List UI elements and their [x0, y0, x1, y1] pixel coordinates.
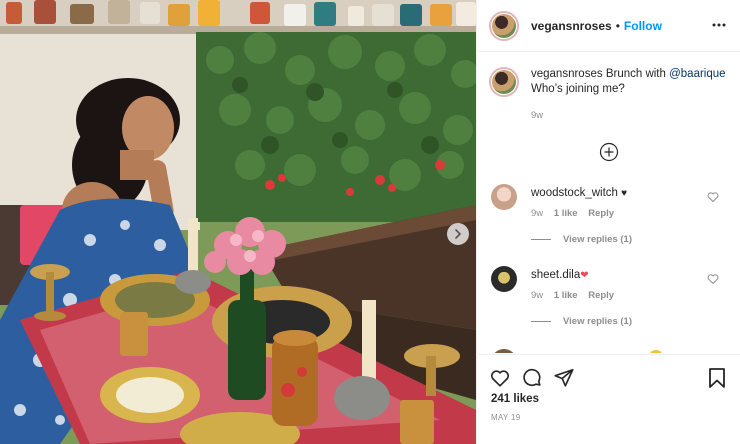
emoji-partial — [649, 350, 663, 353]
comments-list[interactable]: vegansnroses Brunch with @baarique Who’s… — [477, 53, 740, 353]
commenter-avatar[interactable] — [491, 184, 517, 210]
heart-icon[interactable] — [707, 191, 719, 203]
commenter-avatar[interactable] — [491, 349, 517, 353]
comment-time: 9w — [531, 208, 544, 219]
commenter-avatar[interactable] — [491, 266, 517, 292]
post-header: vegansnroses • Follow — [477, 0, 740, 52]
caption-mention[interactable]: @baarique — [669, 68, 725, 80]
comment-bubble-icon[interactable] — [521, 367, 543, 389]
caption-timestamp: 9w — [531, 110, 544, 121]
separator-dot: • — [615, 18, 620, 33]
comment-meta: 9w 1 like Reply — [531, 208, 622, 219]
view-replies-label: View replies (1) — [563, 234, 632, 245]
caption-avatar[interactable] — [489, 67, 519, 97]
plus-circle-icon[interactable] — [599, 142, 619, 162]
paper-plane-icon[interactable] — [553, 367, 575, 389]
post-footer: 241 likes MAY 19 — [477, 354, 740, 444]
post-caption: vegansnroses Brunch with @baarique Who’s… — [489, 67, 729, 97]
author-avatar[interactable] — [489, 10, 519, 41]
comment-likes[interactable]: 1 like — [554, 208, 578, 219]
comment-likes[interactable]: 1 like — [554, 290, 578, 301]
view-replies-button[interactable]: View replies (1) — [531, 234, 632, 245]
chevron-right-icon — [455, 229, 462, 239]
post-photo[interactable] — [0, 0, 476, 444]
reply-button[interactable]: Reply — [588, 208, 614, 219]
heart-icon[interactable] — [489, 367, 511, 389]
comment-time: 9w — [531, 290, 544, 301]
bookmark-icon[interactable] — [707, 367, 727, 389]
view-replies-label: View replies (1) — [563, 316, 632, 327]
post-date: MAY 19 — [491, 413, 521, 422]
likes-count[interactable]: 241 likes — [491, 393, 539, 405]
commenter-username[interactable]: sheet.dila — [531, 269, 580, 281]
carousel-next-button[interactable] — [447, 223, 469, 245]
caption-text: Brunch with — [605, 68, 666, 80]
reply-button[interactable]: Reply — [588, 290, 614, 301]
brunch-table-photo — [0, 0, 476, 444]
heart-icon[interactable] — [707, 273, 719, 285]
view-replies-button[interactable]: View replies (1) — [531, 316, 632, 327]
author-username[interactable]: vegansnroses — [531, 19, 612, 33]
caption-username[interactable]: vegansnroses — [531, 68, 603, 80]
caption-text-2: Who’s joining me? — [531, 83, 625, 95]
replies-divider — [531, 321, 551, 322]
action-bar — [489, 367, 585, 389]
comment-heart-emoji: ❤ — [580, 270, 589, 281]
commenter-username[interactable]: woodstock_witch — [531, 187, 618, 199]
follow-button[interactable]: Follow — [624, 19, 662, 33]
more-horizontal-icon[interactable] — [711, 17, 727, 33]
comment-meta: 9w 1 like Reply — [531, 290, 622, 301]
post-side-panel: vegansnroses • Follow vegansnroses Brunc… — [476, 0, 740, 444]
replies-divider — [531, 239, 551, 240]
comment-heart-emoji: ♥ — [621, 188, 628, 199]
